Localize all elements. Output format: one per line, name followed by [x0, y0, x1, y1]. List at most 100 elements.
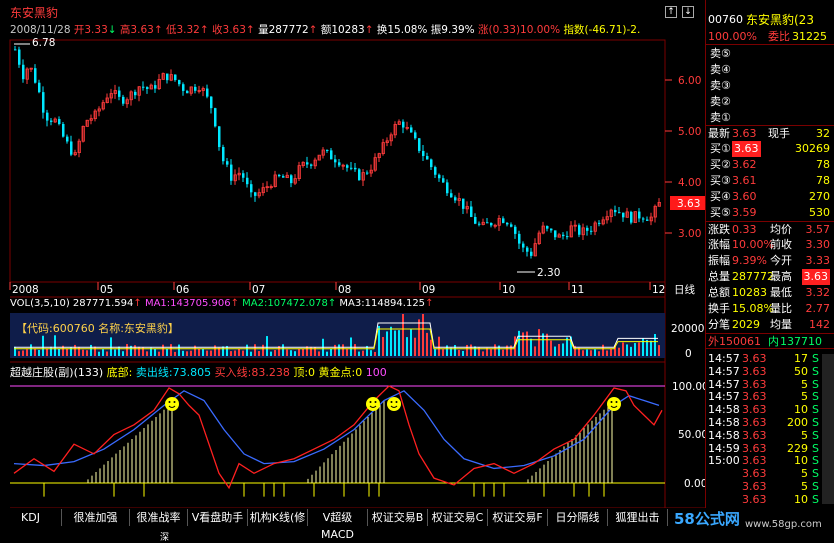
volume-bar: [78, 346, 80, 356]
candle-body: [186, 90, 189, 94]
volume-bar: [338, 344, 340, 356]
candle-body: [562, 234, 565, 237]
volume-bar: [374, 351, 376, 356]
tick-side: S: [812, 428, 819, 442]
buy-level-row[interactable]: 买⑤ 3.59 530: [706, 205, 834, 221]
candle-body: [446, 182, 449, 194]
stat-label: 总额: [708, 286, 730, 299]
ticks-scrollbar[interactable]: [822, 354, 834, 504]
volume-bar: [158, 351, 160, 356]
volume-bar: [110, 337, 112, 356]
candle-body: [178, 80, 181, 85]
sell-level-row[interactable]: 卖⑤: [706, 46, 834, 62]
indicator-tab[interactable]: 很准加强: [62, 509, 130, 526]
chart-area[interactable]: 东安黑豹 2008/11/28 开3.33↓ 高3.63↑ 低3.32↑ 收3.…: [0, 0, 705, 510]
tick-volume: 10: [794, 492, 808, 506]
buy-level-row[interactable]: 买① 3.63 30269: [706, 141, 834, 157]
volume-bar: [74, 344, 76, 356]
volume-bar: [26, 349, 28, 356]
buy-level-row[interactable]: 买④ 3.60 270: [706, 189, 834, 205]
tick-volume: 17: [794, 352, 808, 365]
volume-bar: [138, 346, 140, 356]
candle-body: [206, 88, 209, 97]
indicator-tab[interactable]: V看盘助手: [188, 509, 248, 526]
volume-bar: [270, 351, 272, 356]
stat-row: 总量 287772 最高 3.63: [706, 269, 834, 285]
candle-body: [334, 159, 337, 163]
volume-bar: [458, 349, 460, 356]
sell-level-label: 卖③: [710, 79, 731, 92]
candle-body: [514, 226, 517, 234]
volume-bar: [42, 335, 44, 356]
volume-bar: [658, 345, 660, 356]
indicator-tab[interactable]: 权证交易F: [488, 509, 548, 526]
stat-value: 142: [809, 318, 830, 331]
indicator-tab[interactable]: 狐狸出击: [608, 509, 668, 526]
tick-price: 3.63: [742, 441, 767, 455]
sell-level-row[interactable]: 卖④: [706, 62, 834, 78]
volume-bar: [58, 348, 60, 356]
smiley-eye: [610, 401, 613, 403]
smiley-eye: [390, 401, 393, 403]
volume-bar: [530, 338, 532, 356]
buy-level-row[interactable]: 买② 3.62 78: [706, 157, 834, 173]
volume-bar: [554, 346, 556, 356]
tick-price: 3.63: [742, 390, 767, 404]
indicator-tab[interactable]: 日分隔线: [548, 509, 608, 526]
volume-bar: [46, 348, 48, 356]
buy-level-volume: 78: [816, 174, 830, 187]
volume-bar: [22, 350, 24, 356]
chart-svg[interactable]: 6.00 5.00 4.00 3.00 3.63 6.78 2.30 2008: [0, 0, 705, 510]
candle-body: [486, 222, 489, 224]
volume-bar: [258, 351, 260, 356]
candlesticks: [14, 45, 661, 259]
candle-body: [14, 49, 17, 51]
smiley-eye: [168, 401, 171, 403]
indicator-tab[interactable]: 权证交易B: [368, 509, 428, 526]
indicator-tab[interactable]: KDJ: [0, 509, 62, 526]
volume-bar: [602, 344, 604, 356]
candle-body: [502, 218, 505, 223]
x-tick: 11: [571, 284, 584, 296]
tick-side: S: [812, 441, 819, 455]
volume-bar: [342, 344, 344, 356]
sell-level-row[interactable]: 卖②: [706, 94, 834, 110]
tick-volume: 50: [794, 364, 808, 378]
tick-time: 14:58: [708, 416, 740, 429]
sell-level-row[interactable]: 卖①: [706, 110, 834, 126]
last-price-row: 最新 3.63 现手 32: [706, 125, 834, 141]
tick-side: S: [812, 403, 819, 417]
tick-price: 3.63: [742, 467, 767, 481]
code-overlay: 【代码:600760 名称:东安黑豹】: [16, 322, 179, 335]
candle-body: [474, 216, 477, 224]
candle-body: [222, 147, 225, 162]
volume-bar: [474, 346, 476, 356]
indicator-tab[interactable]: 权证交易C: [428, 509, 488, 526]
candle-body: [450, 193, 453, 198]
candle-body: [66, 136, 69, 142]
indicator-tab[interactable]: V超级MACD: [308, 509, 368, 541]
candle-body: [50, 120, 53, 122]
tick-price: 3.63: [742, 428, 767, 442]
indicator-tab[interactable]: 很准战率: [130, 509, 188, 526]
volume-bar: [642, 338, 644, 356]
buy-level-row[interactable]: 买③ 3.61 78: [706, 173, 834, 189]
sell-level-row[interactable]: 卖③: [706, 78, 834, 94]
stat-label: 总量: [708, 270, 730, 283]
volume-bar: [198, 348, 200, 356]
indicator-tab[interactable]: 机构K线(修: [248, 509, 308, 526]
volume-bar: [330, 348, 332, 356]
candle-body: [522, 243, 525, 248]
candle-body: [414, 132, 417, 139]
candle-body: [434, 167, 437, 175]
tick-volume: 10: [794, 403, 808, 417]
stat-label: 最低: [770, 286, 792, 299]
volume-bar: [406, 337, 408, 356]
volume-bar: [206, 350, 208, 356]
volume-value: 287771.594: [72, 298, 134, 309]
candle-body: [42, 92, 45, 113]
candle-body: [122, 96, 125, 104]
period-label[interactable]: 日线: [674, 283, 695, 296]
gold-value-2: 100: [365, 366, 387, 379]
stock-name-cut: 东安黑豹(23: [746, 13, 814, 27]
